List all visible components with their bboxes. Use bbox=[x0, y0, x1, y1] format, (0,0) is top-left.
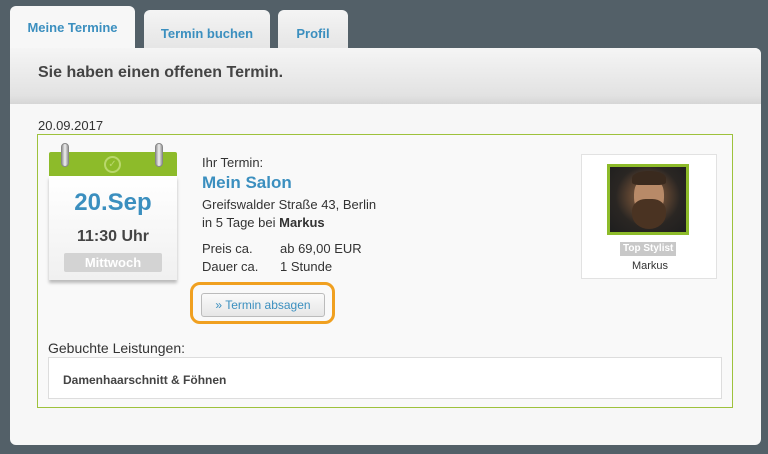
tab-label: Termin buchen bbox=[160, 25, 254, 41]
calendar-widget: ✓ 20.Sep 11:30 Uhr Mittwoch bbox=[49, 143, 177, 282]
appointment-date: 20.09.2017 bbox=[38, 118, 104, 133]
service-item: Damenhaarschnitt & Föhnen bbox=[63, 373, 227, 387]
panel-header: Sie haben einen offenen Termin. bbox=[10, 48, 761, 104]
check-icon: ✓ bbox=[104, 156, 121, 173]
cancel-appointment-button[interactable]: » Termin absagen bbox=[201, 293, 325, 317]
services-list: Damenhaarschnitt & Föhnen bbox=[48, 357, 722, 399]
calendar-day: 20.Sep bbox=[74, 189, 152, 216]
calendar-ring-icon bbox=[155, 143, 163, 167]
tab-label: Meine Termine bbox=[27, 20, 118, 35]
duration-label: Dauer ca. bbox=[202, 259, 259, 274]
appointment-card: ✓ 20.Sep 11:30 Uhr Mittwoch Ihr Termin: … bbox=[37, 134, 733, 408]
stylist-card[interactable]: Top Stylist Markus bbox=[581, 154, 717, 279]
tab-profil[interactable]: Profil bbox=[278, 10, 348, 52]
relative-text: in 5 Tage bei bbox=[202, 215, 276, 230]
duration-value: 1 Stunde bbox=[280, 259, 333, 274]
salon-name[interactable]: Mein Salon bbox=[202, 173, 292, 193]
salon-address: Greifswalder Straße 43, Berlin bbox=[202, 197, 377, 212]
stylist-photo bbox=[607, 164, 689, 235]
services-label: Gebuchte Leistungen: bbox=[48, 340, 185, 356]
calendar-weekday: Mittwoch bbox=[64, 253, 162, 272]
price-label: Preis ca. bbox=[202, 241, 253, 256]
tab-termin-buchen[interactable]: Termin buchen bbox=[144, 10, 270, 52]
tab-label: Profil bbox=[296, 25, 330, 41]
calendar-time: 11:30 Uhr bbox=[76, 228, 150, 245]
calendar-ring-icon bbox=[61, 143, 69, 167]
content-panel: Sie haben einen offenen Termin. 20.09.20… bbox=[10, 48, 761, 445]
appointment-label: Ihr Termin: bbox=[202, 155, 264, 170]
stylist-name-inline: Markus bbox=[279, 215, 325, 230]
stylist-name: Markus bbox=[631, 260, 669, 272]
page-title: Sie haben einen offenen Termin. bbox=[38, 64, 284, 81]
price-value: ab 69,00 EUR bbox=[280, 241, 362, 256]
appointment-relative: in 5 Tage bei Markus bbox=[202, 215, 325, 230]
top-stylist-badge: Top Stylist bbox=[620, 242, 677, 256]
